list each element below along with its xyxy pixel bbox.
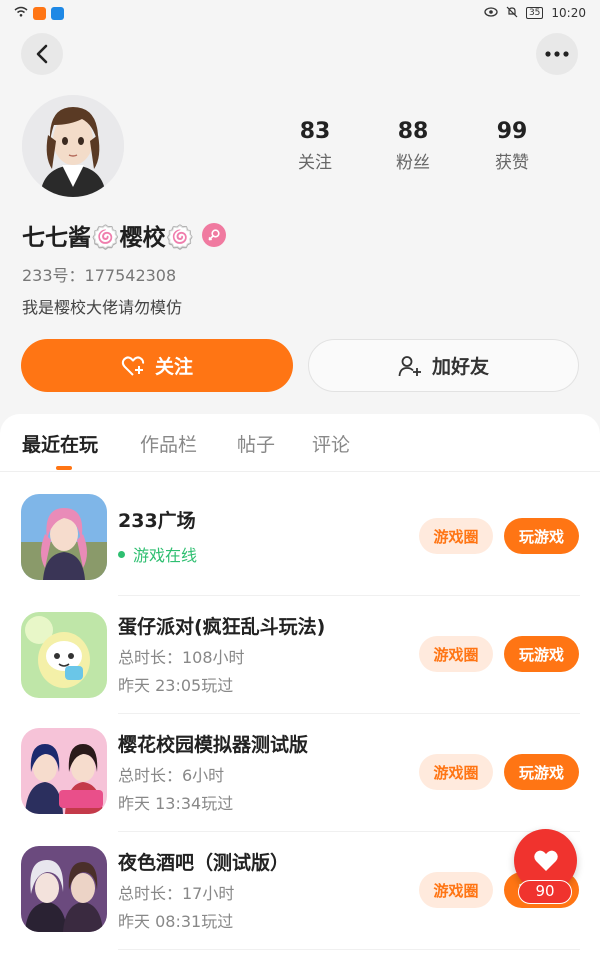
game-row[interactable]: 夜色酒吧（测试版） 总时长：17小时 昨天 08:31玩过 游戏圈 玩游戏 xyxy=(0,832,600,950)
game-title: 夜色酒吧（测试版） xyxy=(118,852,290,874)
heart-plus-icon xyxy=(121,355,145,376)
heart-icon xyxy=(533,850,558,871)
wifi-icon xyxy=(14,6,28,20)
game-row[interactable]: 233广场 游戏在线 游戏圈 玩游戏 xyxy=(0,478,600,596)
battery-indicator: 35 xyxy=(525,7,544,19)
game-playtime: 总时长：17小时 xyxy=(118,884,235,903)
game-circle-button[interactable]: 游戏圈 xyxy=(419,872,493,908)
game-icon-sakura-school xyxy=(21,728,107,814)
following-label: 关注 xyxy=(298,153,332,173)
app-notification-icon xyxy=(33,6,46,20)
clock: 10:20 xyxy=(551,6,586,20)
status-left xyxy=(14,6,64,20)
status-right: 35 10:20 xyxy=(484,6,586,21)
game-playtime: 总时长：6小时 xyxy=(118,766,225,785)
more-dots-icon xyxy=(545,51,569,57)
game-title: 蛋仔派对(疯狂乱斗玩法) xyxy=(118,616,326,638)
online-status: 游戏在线 xyxy=(118,542,197,566)
tab-indicator xyxy=(56,466,72,470)
tab-comments[interactable]: 评论 xyxy=(312,430,350,457)
user-id: 233号：177542308 xyxy=(22,266,177,285)
search-app-notification-icon xyxy=(51,6,64,20)
game-icon-eggy-party xyxy=(21,612,107,698)
game-last-played: 昨天 13:34玩过 xyxy=(118,794,234,813)
profile-tabs: 最近在玩 作品栏 帖子 评论 xyxy=(0,414,600,472)
female-gender-icon xyxy=(202,223,227,247)
game-title: 樱花校园模拟器测试版 xyxy=(118,734,309,756)
add-user-icon xyxy=(398,355,421,376)
followers-label: 粉丝 xyxy=(396,153,430,173)
user-avatar[interactable] xyxy=(22,95,124,197)
add-friend-label: 加好友 xyxy=(431,356,489,378)
likes-count: 99 xyxy=(496,119,528,144)
tab-works[interactable]: 作品栏 xyxy=(140,430,197,457)
online-dot-icon xyxy=(118,550,125,558)
game-circle-button[interactable]: 游戏圈 xyxy=(419,636,493,672)
more-options-button[interactable] xyxy=(536,33,578,75)
follow-button[interactable]: 关注 xyxy=(21,339,293,392)
chevron-left-icon xyxy=(36,44,48,64)
likes-label: 获赞 xyxy=(495,153,529,173)
following-count: 83 xyxy=(299,119,331,144)
add-friend-button[interactable]: 加好友 xyxy=(308,339,579,392)
play-game-button[interactable]: 玩游戏 xyxy=(504,754,579,790)
game-row[interactable]: 樱花校园模拟器测试版 总时长：6小时 昨天 13:34玩过 游戏圈 玩游戏 xyxy=(0,714,600,832)
game-title: 233广场 xyxy=(118,510,196,532)
game-row[interactable]: 蛋仔派对(疯狂乱斗玩法) 总时长：108小时 昨天 23:05玩过 游戏圈 玩游… xyxy=(0,596,600,714)
like-count-badge: 90 xyxy=(518,880,572,904)
online-status-text: 游戏在线 xyxy=(133,546,198,565)
status-bar: 35 10:20 xyxy=(0,0,600,26)
game-playtime: 总时长：108小时 xyxy=(118,648,245,667)
play-game-button[interactable]: 玩游戏 xyxy=(504,636,579,672)
game-last-played: 昨天 08:31玩过 xyxy=(118,912,234,931)
stat-likes[interactable]: 99 获赞 xyxy=(472,118,552,173)
back-button[interactable] xyxy=(21,33,63,75)
game-icon-night-bar xyxy=(21,846,107,932)
username-row: 七七酱🍥樱校🍥 xyxy=(22,218,227,252)
game-circle-button[interactable]: 游戏圈 xyxy=(419,754,493,790)
play-game-button[interactable]: 玩游戏 xyxy=(504,518,579,554)
eye-icon xyxy=(484,6,498,20)
content-card: 最近在玩 作品栏 帖子 评论 233广场 游戏在线 游戏圈 玩游戏 蛋仔派对(疯… xyxy=(0,414,600,960)
follow-label: 关注 xyxy=(154,356,193,378)
username: 七七酱🍥樱校🍥 xyxy=(22,225,195,251)
tab-recently-played[interactable]: 最近在玩 xyxy=(22,430,98,457)
game-last-played: 昨天 23:05玩过 xyxy=(118,676,234,695)
stat-following[interactable]: 83 关注 xyxy=(275,118,355,173)
followers-count: 88 xyxy=(397,119,429,144)
mute-bell-icon xyxy=(506,6,518,21)
game-circle-button[interactable]: 游戏圈 xyxy=(419,518,493,554)
game-icon-233-plaza xyxy=(21,494,107,580)
user-bio: 我是樱校大佬请勿模仿 xyxy=(22,298,183,317)
row-divider xyxy=(118,949,580,950)
tab-posts[interactable]: 帖子 xyxy=(237,430,275,457)
stat-followers[interactable]: 88 粉丝 xyxy=(373,118,453,173)
